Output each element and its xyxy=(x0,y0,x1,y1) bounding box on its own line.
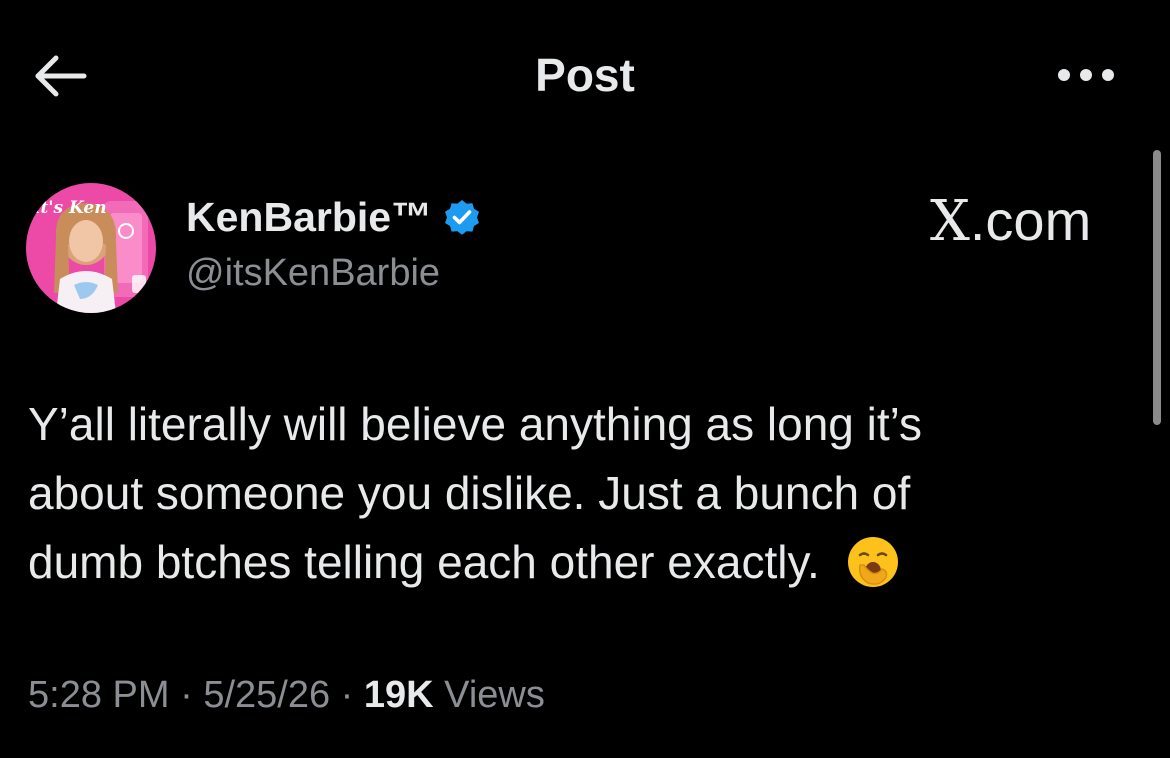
tweet-time[interactable]: 5:28 PM xyxy=(28,674,170,716)
tweet-line: about someone you dislike. Just a bunch … xyxy=(28,467,911,519)
separator-dot: · xyxy=(330,674,364,716)
x-com-watermark: X.com xyxy=(930,188,1091,254)
author-display-name: KenBarbie™ xyxy=(186,194,433,240)
tweet-date[interactable]: 5/25/26 xyxy=(203,674,330,716)
avatar-logo-text: it's Ken xyxy=(34,198,107,218)
watermark-suffix: .com xyxy=(969,189,1092,252)
separator-dot: · xyxy=(169,674,204,716)
tweet-metadata: 5:28 PM · 5/25/26 · 19K Views xyxy=(28,674,545,717)
yawning-face-emoji xyxy=(847,536,898,587)
avatar[interactable]: it's Ken xyxy=(26,183,156,313)
views-label: Views xyxy=(433,674,545,716)
tweet-line-last: dumb btches telling each other exactly. xyxy=(28,528,1028,597)
tweet-line: Y’all literally will believe anything as… xyxy=(28,398,923,450)
verified-badge-icon xyxy=(445,199,480,235)
tweet-text: Y’all literally will believe anything as… xyxy=(28,390,1028,597)
author-handle[interactable]: @itsKenBarbie xyxy=(186,252,440,295)
top-bar: Post xyxy=(0,0,1170,150)
scrollbar[interactable] xyxy=(1153,150,1161,425)
more-horizontal-icon xyxy=(1058,69,1114,81)
author-name[interactable]: KenBarbie™ xyxy=(186,194,482,241)
views-count[interactable]: 19K xyxy=(364,674,434,716)
avatar-image: it's Ken xyxy=(26,183,156,313)
more-options-button[interactable] xyxy=(1055,60,1117,90)
tweet-line-text: dumb btches telling each other exactly. xyxy=(28,536,820,588)
x-logo-text: X xyxy=(930,189,970,254)
page-title: Post xyxy=(535,49,635,101)
